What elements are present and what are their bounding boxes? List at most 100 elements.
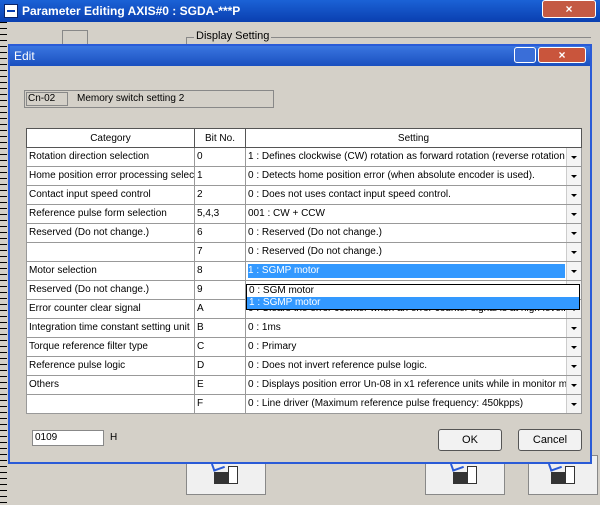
setting-value: 0 : Detects home position error (when ab… [248, 170, 535, 181]
category-cell: Reserved (Do not change.) [26, 223, 195, 243]
chevron-down-icon[interactable] [566, 395, 581, 413]
setting-value: 0 : Does not uses contact input speed co… [248, 189, 451, 200]
category-cell: Others [26, 375, 195, 395]
chevron-down-icon[interactable] [566, 338, 581, 356]
hex-value-field[interactable]: 0109 [32, 430, 104, 446]
motor-selection-dropdown-list[interactable]: 0 : SGM motor 1 : SGMP motor [246, 284, 580, 310]
background-tab [62, 30, 88, 45]
bit-settings-table: Category Bit No. Setting Rotation direct… [26, 128, 582, 414]
table-row[interactable]: Reference pulse logic D 0 : Does not inver… [26, 356, 582, 376]
category-cell: Contact input speed control [26, 185, 195, 205]
table-row[interactable]: Contact input speed control 2 0 : Does not… [26, 185, 582, 205]
setting-dropdown[interactable]: 001 : CW + CCW [245, 204, 582, 224]
bit-cell: 0 [194, 147, 246, 167]
setting-dropdown[interactable]: 0 : Does not invert reference pulse logi… [245, 356, 582, 376]
table-row[interactable]: Rotation direction selection 0 1 : Defines… [26, 147, 582, 167]
setting-dropdown[interactable]: 0 : Detects home position error (when ab… [245, 166, 582, 186]
parameter-name: Memory switch setting 2 [77, 93, 185, 104]
setting-value: 0 : Primary [248, 341, 297, 352]
setting-dropdown[interactable]: 0 : Primary [245, 337, 582, 357]
bit-cell: F [194, 394, 246, 414]
table-row[interactable]: Others E 0 : Displays position error Un-08… [26, 375, 582, 395]
setting-dropdown[interactable]: 0 : 1ms [245, 318, 582, 338]
bit-cell: C [194, 337, 246, 357]
bit-cell: D [194, 356, 246, 376]
column-header-setting: Setting [245, 128, 582, 148]
ok-button[interactable]: OK [438, 429, 502, 451]
table-row[interactable]: Torque reference filter type C 0 : Primary [26, 337, 582, 357]
cancel-button[interactable]: Cancel [518, 429, 582, 451]
servo-motor-icon [449, 460, 479, 486]
setting-value: 0 : Does not invert reference pulse logi… [248, 360, 427, 371]
chevron-down-icon[interactable] [566, 148, 581, 166]
category-cell [26, 394, 195, 414]
display-setting-label: Display Setting [194, 30, 272, 42]
chevron-down-icon[interactable] [566, 319, 581, 337]
chevron-down-icon[interactable] [566, 357, 581, 375]
category-cell: Home position error processing selection [26, 166, 195, 186]
table-row[interactable]: Home position error processing selection… [26, 166, 582, 186]
hex-unit-label: H [110, 432, 118, 443]
chevron-down-icon[interactable] [566, 224, 581, 242]
setting-value: 0 : Displays position error Un-08 in x1 … [248, 379, 582, 390]
setting-dropdown[interactable]: 0 : Reserved (Do not change.) [245, 223, 582, 243]
setting-value: 0 : 1ms [248, 322, 281, 333]
table-row[interactable]: Reserved (Do not change.) 6 0 : Reserved (… [26, 223, 582, 243]
category-cell: Reference pulse logic [26, 356, 195, 376]
column-header-bit: Bit No. [194, 128, 246, 148]
setting-value: 001 : CW + CCW [248, 208, 325, 219]
dropdown-option[interactable]: 0 : SGM motor [247, 285, 579, 297]
bit-cell: 2 [194, 185, 246, 205]
edit-dialog: Edit × Cn-02 Memory switch setting 2 Cat… [8, 44, 592, 464]
chevron-down-icon[interactable] [566, 205, 581, 223]
setting-dropdown[interactable]: 0 : Reserved (Do not change.) [245, 242, 582, 262]
dropdown-option-selected[interactable]: 1 : SGMP motor [247, 297, 579, 309]
parameter-header: Cn-02 Memory switch setting 2 [24, 90, 274, 108]
setting-dropdown[interactable]: 1 : Defines clockwise (CW) rotation as f… [245, 147, 582, 167]
setting-value: 1 : Defines clockwise (CW) rotation as f… [248, 151, 582, 162]
category-cell: Reserved (Do not change.) [26, 280, 195, 300]
table-row[interactable]: F0 : Line driver (Maximum reference puls… [26, 394, 582, 414]
table-row[interactable]: Reference pulse form selection 5,4,3 001 :… [26, 204, 582, 224]
table-row[interactable]: Integration time constant setting unit B 0… [26, 318, 582, 338]
parameter-code: Cn-02 [26, 92, 68, 106]
setting-dropdown[interactable]: 0 : Line driver (Maximum reference pulse… [245, 394, 582, 414]
servo-motor-icon [547, 460, 577, 486]
category-cell: Torque reference filter type [26, 337, 195, 357]
table-row[interactable]: Motor selection 8 1 : SGMP motor [26, 261, 582, 281]
servo-motor-icon [210, 460, 240, 486]
table-header-row: Category Bit No. Setting [26, 128, 582, 148]
parent-close-button[interactable]: × [542, 0, 596, 18]
table-row[interactable]: 70 : Reserved (Do not change.) [26, 242, 582, 262]
bit-cell: 5,4,3 [194, 204, 246, 224]
setting-dropdown[interactable]: 0 : Does not uses contact input speed co… [245, 185, 582, 205]
setting-dropdown[interactable]: 0 : Displays position error Un-08 in x1 … [245, 375, 582, 395]
bit-cell: B [194, 318, 246, 338]
bit-cell: 7 [194, 242, 246, 262]
parent-title-bar: Parameter Editing AXIS#0 : SGDA-***P × [0, 0, 600, 22]
bit-cell: 6 [194, 223, 246, 243]
app-icon [4, 4, 18, 18]
category-cell: Integration time constant setting unit [26, 318, 195, 338]
dialog-close-button[interactable]: × [538, 47, 586, 63]
dialog-title-bar: Edit × [10, 46, 590, 66]
column-header-category: Category [26, 128, 195, 148]
setting-value: 0 : Reserved (Do not change.) [248, 246, 382, 257]
bit-cell: 1 [194, 166, 246, 186]
parent-window-title: Parameter Editing AXIS#0 : SGDA-***P [22, 4, 241, 18]
bit-cell: E [194, 375, 246, 395]
category-cell [26, 242, 195, 262]
minimize-icon[interactable] [514, 47, 536, 63]
chevron-down-icon[interactable] [566, 376, 581, 394]
category-cell: Motor selection [26, 261, 195, 281]
chevron-down-icon[interactable] [566, 186, 581, 204]
bit-cell: 9 [194, 280, 246, 300]
chevron-down-icon[interactable] [566, 262, 581, 280]
bit-cell: A [194, 299, 246, 319]
chevron-down-icon[interactable] [566, 243, 581, 261]
background-window-edge [0, 22, 7, 505]
setting-value: 0 : Reserved (Do not change.) [248, 227, 382, 238]
setting-value: 0 : Line driver (Maximum reference pulse… [248, 398, 524, 409]
setting-dropdown[interactable]: 1 : SGMP motor [245, 261, 582, 281]
chevron-down-icon[interactable] [566, 167, 581, 185]
